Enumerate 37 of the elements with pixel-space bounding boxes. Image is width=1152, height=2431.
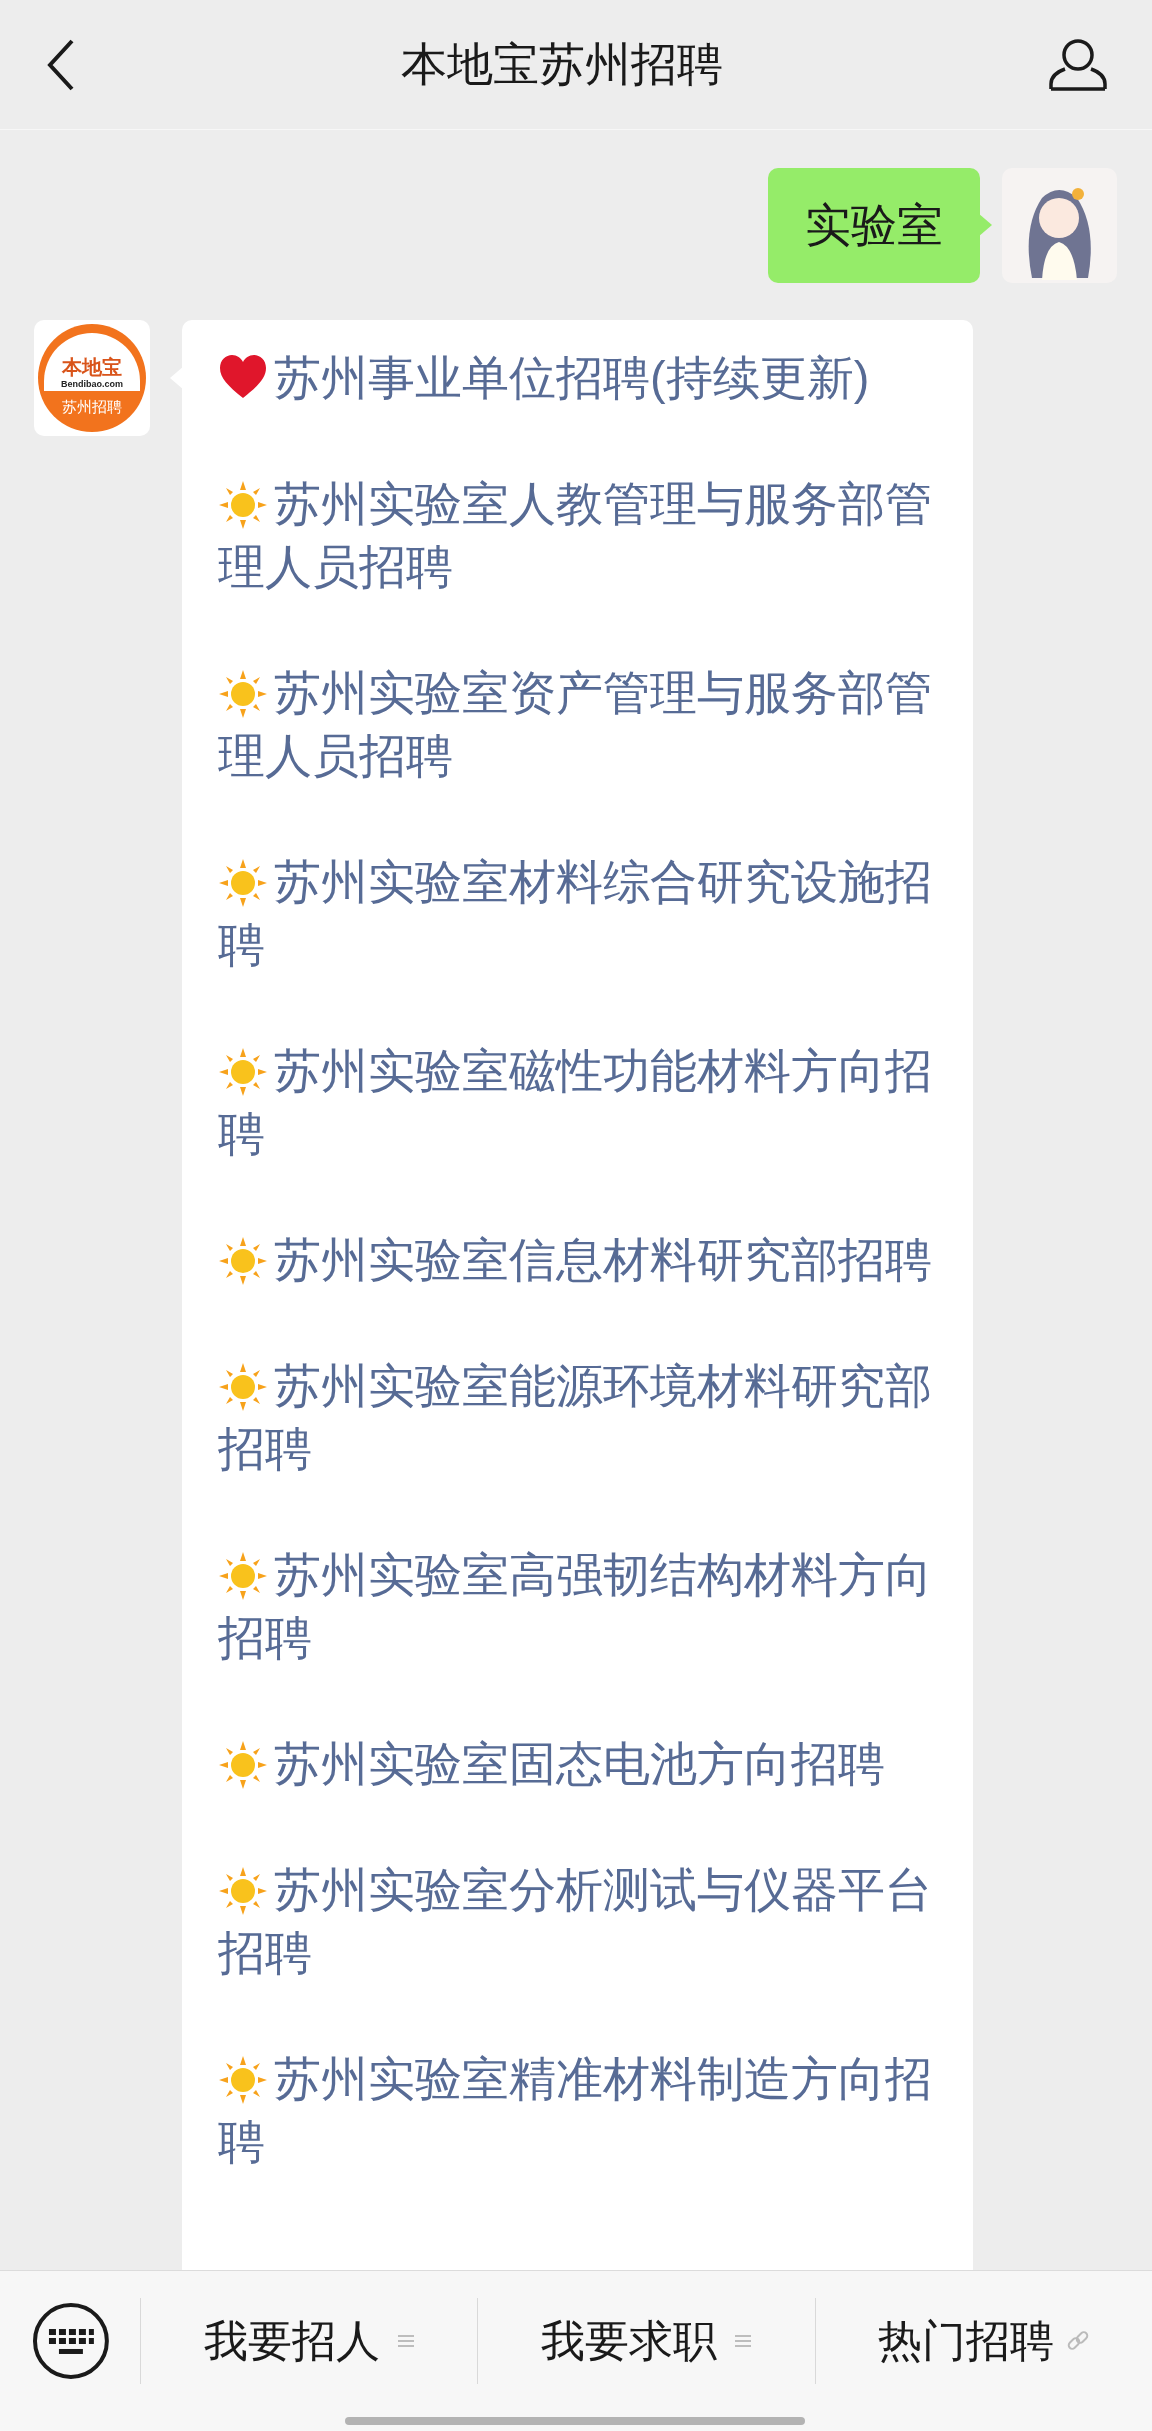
sun-icon bbox=[218, 2055, 268, 2105]
menu-lines-icon bbox=[735, 2334, 752, 2348]
link-icon bbox=[1065, 2329, 1090, 2353]
message-bubble: 实验室 bbox=[768, 168, 980, 283]
sun-icon bbox=[218, 480, 268, 530]
bot-avatar[interactable]: 本地宝 Bendibao.com 苏州招聘 bbox=[34, 320, 150, 436]
article-link[interactable]: 苏州实验室高强韧结构材料方向招聘 bbox=[218, 1543, 937, 1669]
menu-button[interactable]: 热门招聘 bbox=[877, 2308, 1090, 2374]
article-link[interactable]: 苏州实验室固态电池方向招聘 bbox=[218, 1732, 937, 1795]
menu-lines-icon bbox=[398, 2334, 415, 2348]
article-link[interactable]: 苏州事业单位招聘(持续更新) bbox=[218, 346, 937, 409]
article-link[interactable]: 苏州实验室分析测试与仪器平台招聘 bbox=[218, 1858, 937, 1984]
sun-icon bbox=[218, 669, 268, 719]
menu-button[interactable]: 我要求职 bbox=[541, 2308, 752, 2374]
sun-icon bbox=[218, 1047, 268, 1097]
article-link[interactable]: 苏州实验室人教管理与服务部管理人员招聘 bbox=[218, 472, 937, 598]
sun-icon bbox=[218, 1236, 268, 1286]
logo-caption: 苏州招聘 bbox=[62, 398, 122, 414]
keyboard-icon[interactable] bbox=[32, 2302, 110, 2380]
logo-text: 本地宝 bbox=[62, 356, 122, 377]
article-link[interactable]: 苏州实验室磁性功能材料方向招聘 bbox=[218, 1039, 937, 1165]
sun-icon bbox=[218, 1866, 268, 1916]
user-avatar[interactable] bbox=[1002, 168, 1117, 283]
article-link[interactable]: 苏州实验室材料综合研究设施招聘 bbox=[218, 850, 937, 976]
sun-icon bbox=[218, 1362, 268, 1412]
sun-icon bbox=[218, 1551, 268, 1601]
heart-icon bbox=[218, 354, 268, 400]
sun-icon bbox=[218, 1740, 268, 1790]
menu-button[interactable]: 我要招人 bbox=[204, 2308, 415, 2374]
logo-url: Bendibao.com bbox=[61, 379, 123, 389]
article-link[interactable]: 苏州实验室能源环境材料研究部招聘 bbox=[218, 1354, 937, 1480]
sun-icon bbox=[218, 858, 268, 908]
chat-title: 本地宝苏州招聘 bbox=[401, 37, 723, 92]
article-link[interactable]: 苏州实验室信息材料研究部招聘 bbox=[218, 1228, 937, 1291]
profile-icon[interactable] bbox=[1048, 37, 1108, 92]
article-link[interactable]: 苏州实验室精准材料制造方向招聘 bbox=[218, 2047, 937, 2173]
article-link[interactable]: 苏州实验室资产管理与服务部管理人员招聘 bbox=[218, 661, 937, 787]
